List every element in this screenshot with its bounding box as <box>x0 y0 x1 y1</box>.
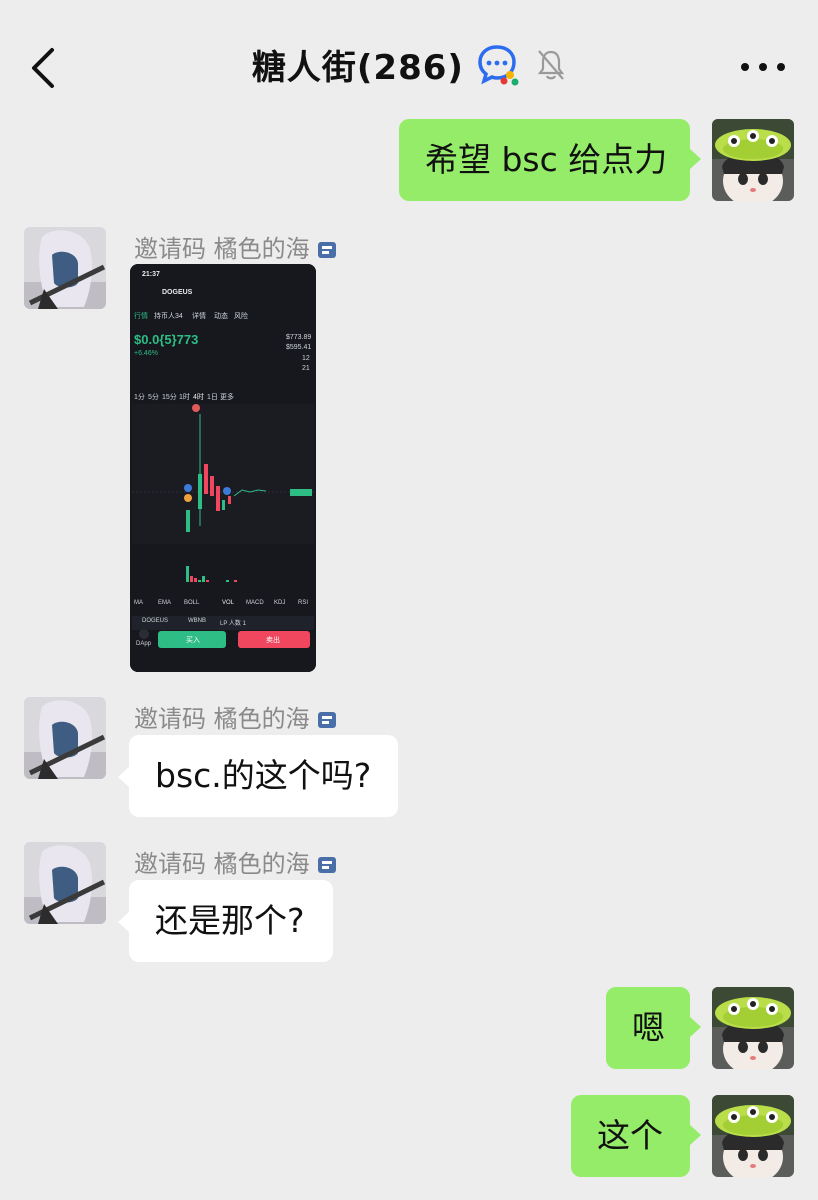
sender-name-text: 邀请码 橘色的海 <box>134 705 310 733</box>
shot-period-5: 1日 <box>207 394 218 401</box>
shot-period-4: 4时 <box>193 394 204 401</box>
my-avatar[interactable] <box>712 119 794 201</box>
shot-time: 21:37 <box>142 271 160 278</box>
shot-dapp: DApp <box>136 641 152 647</box>
title-area: 糖人街(286) <box>0 40 818 92</box>
message-text: 希望 bsc 给点力 <box>425 140 668 179</box>
shot-period-2: 15分 <box>162 394 177 401</box>
message-row-6: 这个 <box>0 1094 818 1180</box>
sender-name-text: 邀请码 橘色的海 <box>134 235 310 263</box>
avatar-image-icon <box>712 1095 794 1177</box>
sender-avatar[interactable] <box>24 697 106 779</box>
message-row-3: 邀请码 橘色的海 bsc.的这个吗? <box>0 696 818 818</box>
profile-badge-icon <box>317 857 336 873</box>
shot-price: $0.0{5}773 <box>134 332 199 347</box>
profile-badge-icon <box>317 712 336 728</box>
screenshot-graphic <box>130 264 316 672</box>
bubble-tail <box>689 1016 701 1038</box>
message-bubble[interactable]: bsc.的这个吗? <box>129 735 398 817</box>
avatar-image-icon <box>24 227 106 309</box>
message-bubble[interactable]: 嗯 <box>606 987 690 1069</box>
message-text: 还是那个? <box>155 901 305 940</box>
bell-muted-icon <box>537 49 565 80</box>
sender-avatar[interactable] <box>24 227 106 309</box>
shot-tab-3: 动态 <box>214 313 228 320</box>
chat-header: 糖人街(286) <box>0 0 818 118</box>
shot-period-3: 1时 <box>179 394 190 401</box>
shot-stat-0: $773.89 <box>286 334 312 341</box>
shot-ind-6: RSI <box>298 600 309 606</box>
shot-stat-3: 21 <box>302 365 310 372</box>
message-bubble[interactable]: 还是那个? <box>129 880 333 962</box>
sender-name: 邀请码 橘色的海 <box>134 229 340 264</box>
avatar-image-icon <box>712 119 794 201</box>
shot-stat-1: $595.41 <box>286 344 312 351</box>
shot-period-0: 1分 <box>134 394 145 401</box>
shot-lp: LP 人数 1 <box>220 621 246 627</box>
sender-name-text: 邀请码 橘色的海 <box>134 850 310 878</box>
shot-ind-4: MACD <box>246 600 264 606</box>
message-text: 这个 <box>597 1116 663 1155</box>
message-row-2: 邀请码 橘色的海 21:37 DOGEUS 行情 持币人34 详情 动态 风险 … <box>0 225 818 675</box>
message-row-5: 嗯 <box>0 986 818 1072</box>
message-bubble[interactable]: 这个 <box>571 1095 690 1177</box>
shot-buy-label: 买入 <box>186 637 200 644</box>
shot-tab-2: 详情 <box>192 313 206 320</box>
shot-token: DOGEUS <box>162 289 193 296</box>
message-bubble[interactable]: 希望 bsc 给点力 <box>399 119 690 201</box>
sender-name: 邀请码 橘色的海 <box>134 844 340 879</box>
shot-pair-quote: WBNB <box>188 618 206 624</box>
more-dots-icon[interactable] <box>738 54 788 80</box>
my-avatar[interactable] <box>712 1095 794 1177</box>
shot-pair: DOGEUS <box>142 618 169 624</box>
bubble-tail <box>689 148 701 170</box>
my-avatar[interactable] <box>712 987 794 1069</box>
shot-ind-1: EMA <box>158 600 172 606</box>
message-row-1: 希望 bsc 给点力 <box>0 118 818 204</box>
message-text: bsc.的这个吗? <box>155 756 372 795</box>
chat-title: 糖人街(286) <box>251 48 464 88</box>
sender-name: 邀请码 橘色的海 <box>134 699 340 734</box>
shot-change: +6.46% <box>134 350 158 357</box>
shot-stat-2: 12 <box>302 355 310 362</box>
shot-tab-1: 持币人34 <box>154 313 183 320</box>
sender-avatar[interactable] <box>24 842 106 924</box>
shot-ind-0: MA <box>134 600 143 606</box>
message-text: 嗯 <box>632 1008 665 1047</box>
shot-ind-5: KDJ <box>274 600 286 606</box>
shot-tab-4: 风险 <box>234 313 248 320</box>
shot-tab-0: 行情 <box>134 313 148 320</box>
shot-ind-3: VOL <box>222 600 235 606</box>
shot-period-1: 5分 <box>148 394 159 401</box>
message-row-4: 邀请码 橘色的海 还是那个? <box>0 841 818 963</box>
shared-image[interactable]: 21:37 DOGEUS 行情 持币人34 详情 动态 风险 $0.0{5}77… <box>130 264 316 672</box>
group-chat-icon <box>478 44 519 85</box>
bubble-tail <box>689 1124 701 1146</box>
avatar-image-icon <box>712 987 794 1069</box>
shot-ind-2: BOLL <box>184 600 200 606</box>
profile-badge-icon <box>317 242 336 258</box>
avatar-image-icon <box>24 842 106 924</box>
avatar-image-icon <box>24 697 106 779</box>
shot-sell-label: 卖出 <box>266 637 280 644</box>
shot-period-6: 更多 <box>220 394 234 401</box>
